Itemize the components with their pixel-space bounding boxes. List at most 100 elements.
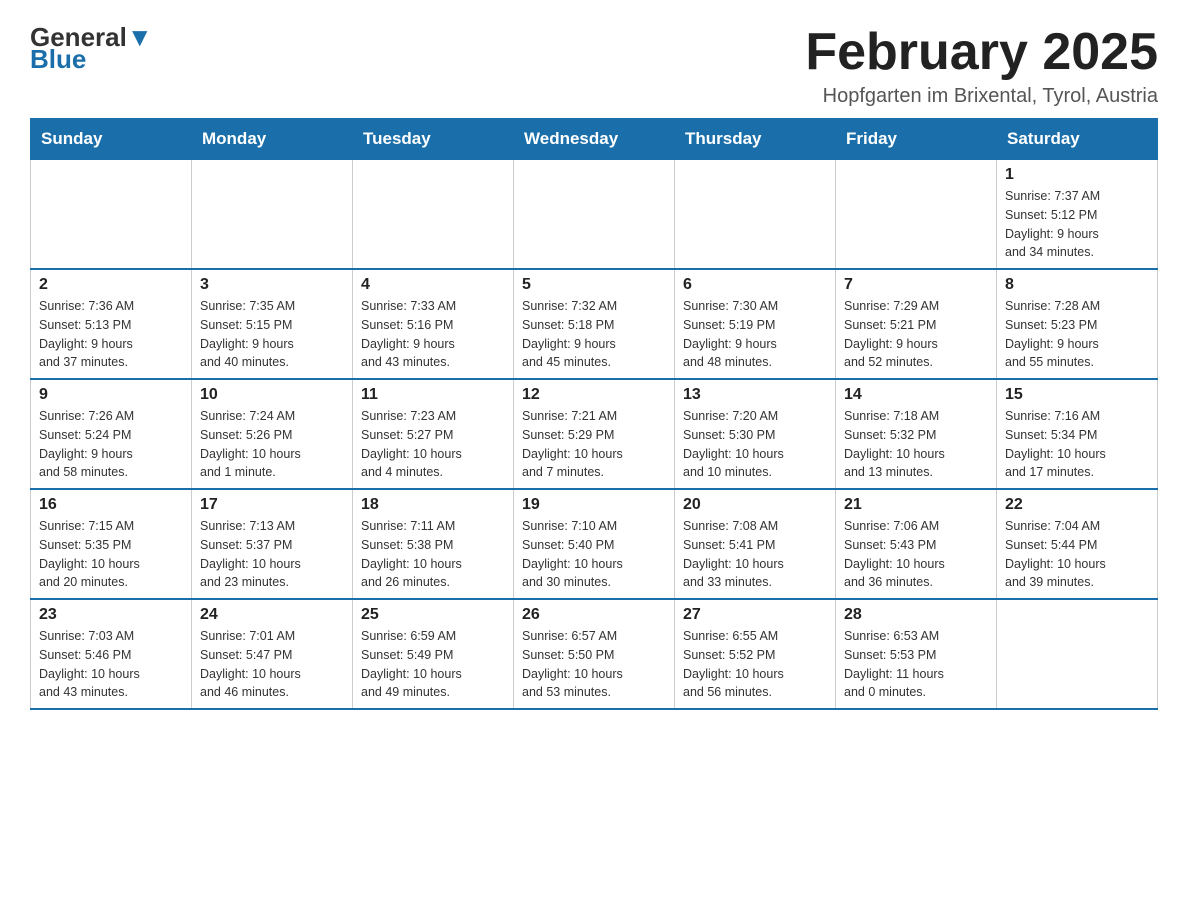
table-row: 18 Sunrise: 7:11 AMSunset: 5:38 PMDayligh… — [353, 489, 514, 599]
col-saturday: Saturday — [997, 119, 1158, 160]
day-number: 1 — [1005, 166, 1149, 184]
table-row: 5 Sunrise: 7:32 AMSunset: 5:18 PMDaylight… — [514, 269, 675, 379]
table-row: 4Sunrise: 7:33 AMSunset: 5:16 PMDaylight… — [353, 269, 514, 379]
table-row: 27 Sunrise: 6:55 AMSunset: 5:52 PMDayligh… — [675, 599, 836, 709]
day-detail: Sunrise: 7:03 AMSunset: 5:46 PMDaylight:… — [39, 627, 183, 702]
page-header: General▼ Blue February 2025 Hopfgarten i… — [30, 24, 1158, 108]
table-row: 24Sunrise: 7:01 AMSunset: 5:47 PMDayligh… — [192, 599, 353, 709]
day-detail: Sunrise: 7:24 AMSunset: 5:26 PMDaylight:… — [200, 407, 344, 482]
table-row: 28 Sunrise: 6:53 AMSunset: 5:53 PMDayligh… — [836, 599, 997, 709]
logo: General▼ Blue — [30, 24, 153, 72]
day-detail: Sunrise: 7:30 AMSunset: 5:19 PMDaylight:… — [683, 297, 827, 372]
day-detail: Sunrise: 7:35 AMSunset: 5:15 PMDaylight:… — [200, 297, 344, 372]
day-detail: Sunrise: 7:18 AMSunset: 5:32 PMDaylight:… — [844, 407, 988, 482]
day-number: 4 — [361, 276, 505, 294]
day-detail: Sunrise: 7:29 AMSunset: 5:21 PMDaylight:… — [844, 297, 988, 372]
day-detail: Sunrise: 7:26 AMSunset: 5:24 PMDaylight:… — [39, 407, 183, 482]
table-row: 22 Sunrise: 7:04 AMSunset: 5:44 PMDayligh… — [997, 489, 1158, 599]
calendar-week-row: 23 Sunrise: 7:03 AMSunset: 5:46 PMDayligh… — [31, 599, 1158, 709]
day-detail: Sunrise: 7:21 AMSunset: 5:29 PMDaylight:… — [522, 407, 666, 482]
day-detail: Sunrise: 7:11 AMSunset: 5:38 PMDaylight:… — [361, 517, 505, 592]
day-number: 25 — [361, 606, 505, 624]
col-thursday: Thursday — [675, 119, 836, 160]
table-row: 14 Sunrise: 7:18 AMSunset: 5:32 PMDayligh… — [836, 379, 997, 489]
day-number: 15 — [1005, 386, 1149, 404]
table-row: 7 Sunrise: 7:29 AMSunset: 5:21 PMDaylight… — [836, 269, 997, 379]
day-detail: Sunrise: 7:10 AMSunset: 5:40 PMDaylight:… — [522, 517, 666, 592]
day-detail: Sunrise: 7:32 AMSunset: 5:18 PMDaylight:… — [522, 297, 666, 372]
day-detail: Sunrise: 7:04 AMSunset: 5:44 PMDaylight:… — [1005, 517, 1149, 592]
table-row — [997, 599, 1158, 709]
location: Hopfgarten im Brixental, Tyrol, Austria — [805, 85, 1158, 108]
table-row: 10 Sunrise: 7:24 AMSunset: 5:26 PMDayligh… — [192, 379, 353, 489]
day-number: 21 — [844, 496, 988, 514]
table-row — [514, 160, 675, 270]
day-number: 28 — [844, 606, 988, 624]
day-detail: Sunrise: 7:37 AMSunset: 5:12 PMDaylight:… — [1005, 187, 1149, 262]
col-tuesday: Tuesday — [353, 119, 514, 160]
day-number: 11 — [361, 386, 505, 404]
table-row: 21Sunrise: 7:06 AMSunset: 5:43 PMDayligh… — [836, 489, 997, 599]
day-number: 16 — [39, 496, 183, 514]
table-row: 26 Sunrise: 6:57 AMSunset: 5:50 PMDayligh… — [514, 599, 675, 709]
col-wednesday: Wednesday — [514, 119, 675, 160]
day-number: 9 — [39, 386, 183, 404]
day-detail: Sunrise: 7:15 AMSunset: 5:35 PMDaylight:… — [39, 517, 183, 592]
table-row — [675, 160, 836, 270]
day-detail: Sunrise: 7:36 AMSunset: 5:13 PMDaylight:… — [39, 297, 183, 372]
day-number: 22 — [1005, 496, 1149, 514]
table-row: 13 Sunrise: 7:20 AMSunset: 5:30 PMDayligh… — [675, 379, 836, 489]
table-row: 2Sunrise: 7:36 AMSunset: 5:13 PMDaylight… — [31, 269, 192, 379]
table-row: 3 Sunrise: 7:35 AMSunset: 5:15 PMDaylight… — [192, 269, 353, 379]
table-row — [353, 160, 514, 270]
table-row: 25 Sunrise: 6:59 AMSunset: 5:49 PMDayligh… — [353, 599, 514, 709]
table-row: 20Sunrise: 7:08 AMSunset: 5:41 PMDayligh… — [675, 489, 836, 599]
day-number: 12 — [522, 386, 666, 404]
day-detail: Sunrise: 6:53 AMSunset: 5:53 PMDaylight:… — [844, 627, 988, 702]
calendar-week-row: 1 Sunrise: 7:37 AMSunset: 5:12 PMDaylight… — [31, 160, 1158, 270]
title-block: February 2025 Hopfgarten im Brixental, T… — [805, 24, 1158, 108]
table-row: 17Sunrise: 7:13 AMSunset: 5:37 PMDayligh… — [192, 489, 353, 599]
day-detail: Sunrise: 7:01 AMSunset: 5:47 PMDaylight:… — [200, 627, 344, 702]
day-number: 13 — [683, 386, 827, 404]
table-row — [836, 160, 997, 270]
day-number: 14 — [844, 386, 988, 404]
day-number: 18 — [361, 496, 505, 514]
day-number: 26 — [522, 606, 666, 624]
logo-blue: Blue — [30, 46, 153, 72]
day-number: 20 — [683, 496, 827, 514]
day-detail: Sunrise: 6:59 AMSunset: 5:49 PMDaylight:… — [361, 627, 505, 702]
table-row: 16 Sunrise: 7:15 AMSunset: 5:35 PMDayligh… — [31, 489, 192, 599]
day-detail: Sunrise: 6:55 AMSunset: 5:52 PMDaylight:… — [683, 627, 827, 702]
table-row — [31, 160, 192, 270]
col-sunday: Sunday — [31, 119, 192, 160]
day-number: 3 — [200, 276, 344, 294]
day-number: 5 — [522, 276, 666, 294]
day-number: 8 — [1005, 276, 1149, 294]
col-friday: Friday — [836, 119, 997, 160]
col-monday: Monday — [192, 119, 353, 160]
day-number: 6 — [683, 276, 827, 294]
day-number: 10 — [200, 386, 344, 404]
table-row: 12 Sunrise: 7:21 AMSunset: 5:29 PMDayligh… — [514, 379, 675, 489]
calendar-week-row: 16 Sunrise: 7:15 AMSunset: 5:35 PMDayligh… — [31, 489, 1158, 599]
day-detail: Sunrise: 7:28 AMSunset: 5:23 PMDaylight:… — [1005, 297, 1149, 372]
table-row — [192, 160, 353, 270]
day-detail: Sunrise: 6:57 AMSunset: 5:50 PMDaylight:… — [522, 627, 666, 702]
table-row: 1 Sunrise: 7:37 AMSunset: 5:12 PMDaylight… — [997, 160, 1158, 270]
calendar-week-row: 9 Sunrise: 7:26 AMSunset: 5:24 PMDaylight… — [31, 379, 1158, 489]
month-title: February 2025 — [805, 24, 1158, 81]
calendar-header-row: Sunday Monday Tuesday Wednesday Thursday… — [31, 119, 1158, 160]
day-detail: Sunrise: 7:13 AMSunset: 5:37 PMDaylight:… — [200, 517, 344, 592]
day-number: 27 — [683, 606, 827, 624]
table-row: 19 Sunrise: 7:10 AMSunset: 5:40 PMDayligh… — [514, 489, 675, 599]
day-detail: Sunrise: 7:20 AMSunset: 5:30 PMDaylight:… — [683, 407, 827, 482]
day-detail: Sunrise: 7:23 AMSunset: 5:27 PMDaylight:… — [361, 407, 505, 482]
table-row: 15Sunrise: 7:16 AMSunset: 5:34 PMDayligh… — [997, 379, 1158, 489]
table-row: 6 Sunrise: 7:30 AMSunset: 5:19 PMDaylight… — [675, 269, 836, 379]
table-row: 11 Sunrise: 7:23 AMSunset: 5:27 PMDayligh… — [353, 379, 514, 489]
day-number: 7 — [844, 276, 988, 294]
day-number: 19 — [522, 496, 666, 514]
table-row: 8 Sunrise: 7:28 AMSunset: 5:23 PMDaylight… — [997, 269, 1158, 379]
day-number: 23 — [39, 606, 183, 624]
